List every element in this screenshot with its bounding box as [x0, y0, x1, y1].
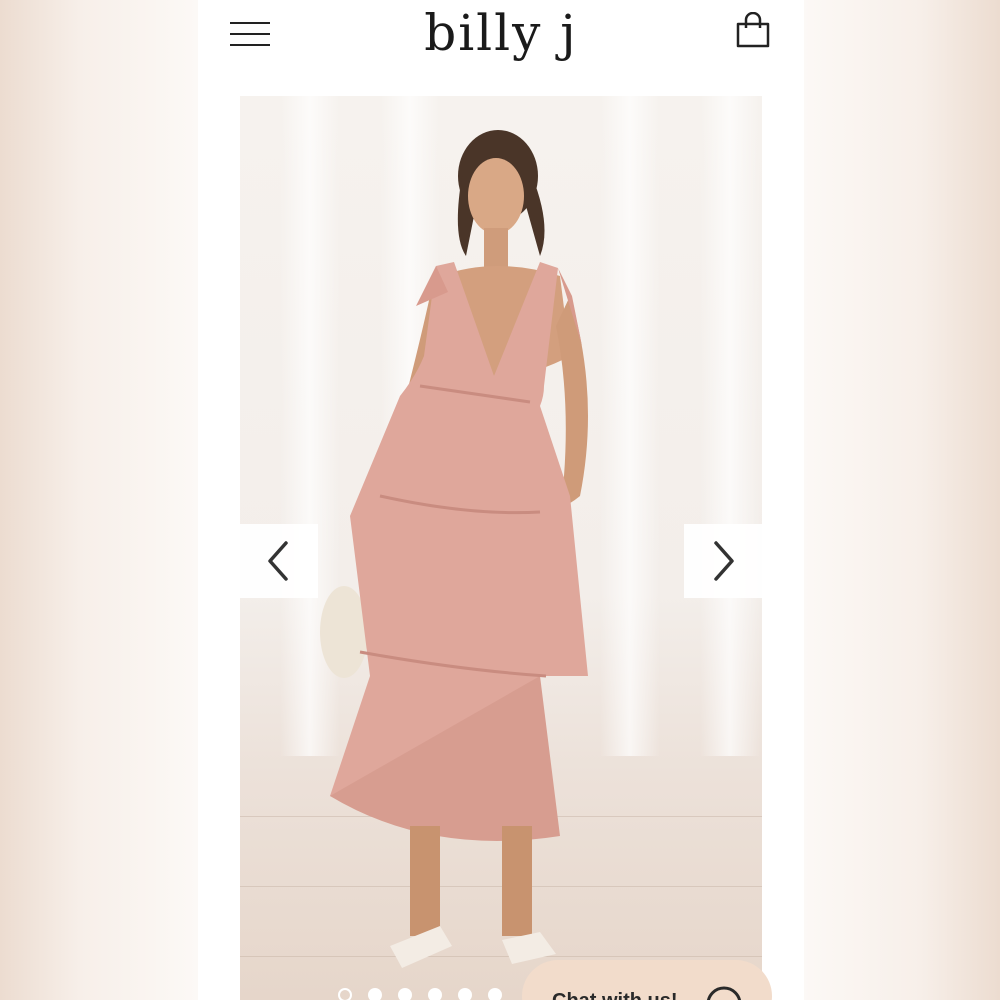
- shopping-bag-icon[interactable]: [734, 11, 772, 50]
- gallery-prev-button[interactable]: [240, 524, 318, 598]
- site-header: billy j: [198, 0, 804, 80]
- backdrop-right: [802, 0, 1000, 1000]
- gallery-next-button[interactable]: [684, 524, 762, 598]
- pagination-dot[interactable]: [458, 988, 472, 1000]
- gallery-pagination: [338, 988, 502, 1000]
- chevron-left-icon: [268, 541, 288, 581]
- pagination-dot[interactable]: [488, 988, 502, 1000]
- pagination-dot[interactable]: [338, 988, 352, 1000]
- chat-label: Chat with us!: [552, 990, 678, 1000]
- brand-logo[interactable]: billy j: [198, 0, 804, 66]
- pagination-dot[interactable]: [368, 988, 382, 1000]
- pagination-dot[interactable]: [428, 988, 442, 1000]
- pagination-dot[interactable]: [398, 988, 412, 1000]
- mobile-page: billy j: [198, 0, 804, 1000]
- chevron-right-icon: [714, 541, 734, 581]
- chat-bubble-icon: [706, 986, 742, 1000]
- chat-with-us-button[interactable]: Chat with us!: [522, 960, 772, 1000]
- product-image-gallery[interactable]: [240, 96, 762, 1000]
- backdrop-left: [0, 0, 198, 1000]
